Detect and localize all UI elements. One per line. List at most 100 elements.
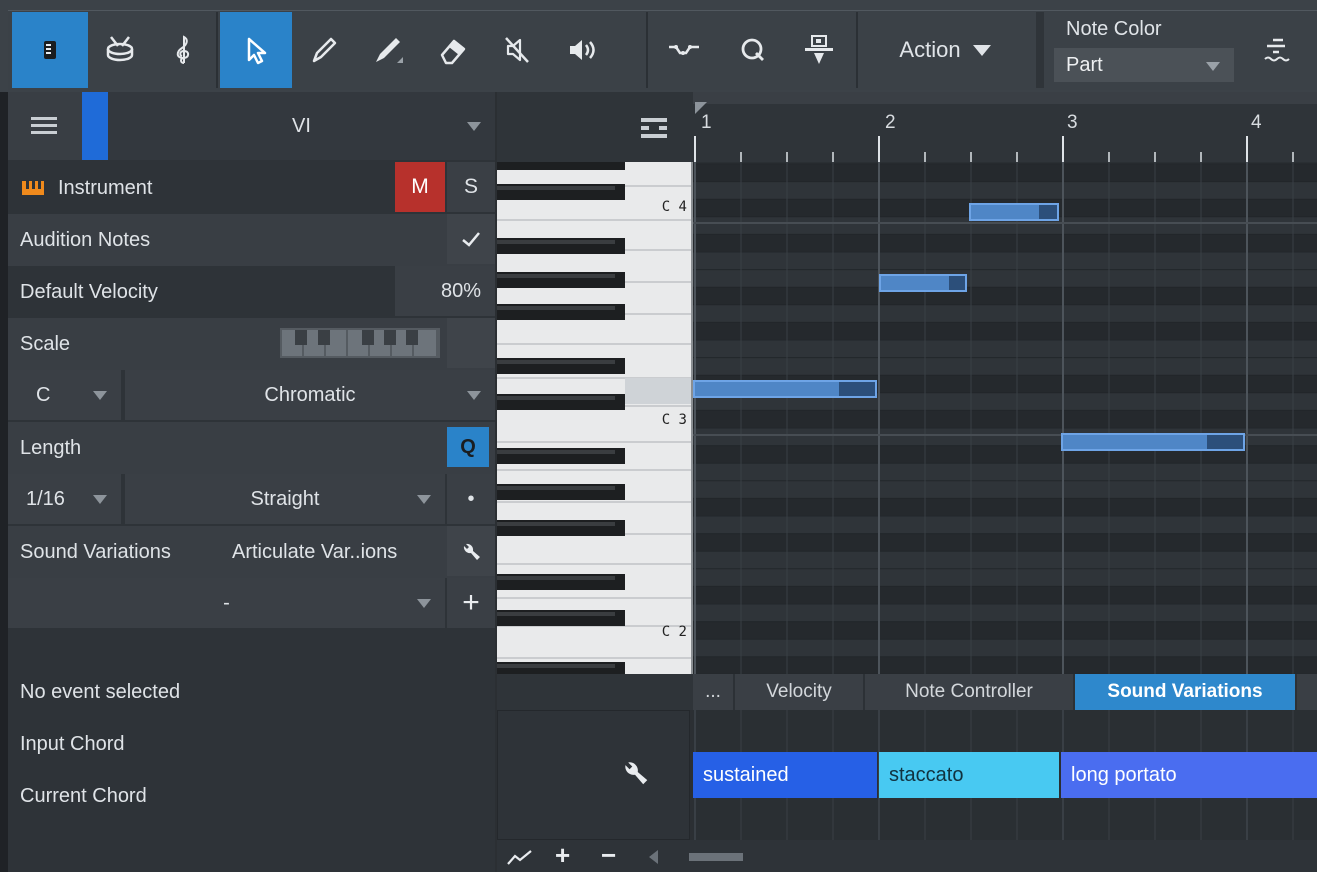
- scale-root-value: C: [36, 383, 51, 406]
- treble-clef-icon: [176, 35, 190, 64]
- expand-button[interactable]: [1246, 12, 1306, 88]
- mute-tool-button[interactable]: [486, 12, 548, 88]
- toolbar-separator: [216, 12, 218, 88]
- pencil-tool-button[interactable]: [294, 12, 354, 88]
- note-event[interactable]: [879, 274, 967, 292]
- variation-select-row: - +: [8, 578, 495, 630]
- length-row: Length Q: [8, 422, 495, 474]
- add-variation-button[interactable]: +: [447, 578, 495, 628]
- variation-select[interactable]: -: [8, 578, 445, 628]
- scroll-left-icon[interactable]: [649, 850, 658, 864]
- drum-icon: [106, 36, 134, 62]
- score-editor-button[interactable]: [152, 12, 214, 88]
- note-color-select[interactable]: Part: [1054, 48, 1234, 82]
- tab-sound-variations[interactable]: Sound Variations: [1075, 674, 1297, 710]
- split-icon: [805, 35, 833, 64]
- black-key-shine: [497, 360, 615, 364]
- black-key-shine: [497, 486, 615, 490]
- sound-variations-edit-button[interactable]: [447, 526, 495, 576]
- length-value-select[interactable]: 1/16: [8, 474, 121, 524]
- instrument-label: Instrument: [58, 176, 153, 199]
- key-label-c4: C 4: [661, 199, 687, 215]
- quantize-length-button[interactable]: Q: [447, 427, 489, 467]
- solo-button[interactable]: S: [447, 162, 495, 212]
- quantize-button[interactable]: [722, 12, 784, 88]
- lane-edit-button[interactable]: [620, 757, 650, 792]
- tab-velocity[interactable]: Velocity: [735, 674, 865, 710]
- lane-tabs-spacer: [497, 674, 693, 710]
- scale-type-select[interactable]: Chromatic: [125, 370, 495, 420]
- timeline-ruler[interactable]: 1 2 3 4: [693, 92, 1317, 162]
- black-key-shine: [497, 576, 615, 580]
- track-header: VI: [8, 92, 495, 160]
- default-velocity-field[interactable]: 80%: [395, 266, 495, 316]
- sound-variations-label: Sound Variations: [20, 540, 171, 563]
- keyboard-icon: [22, 181, 44, 195]
- length-value: 1/16: [26, 487, 65, 510]
- piano-keyboard[interactable]: C 4 C 3 C 2: [497, 162, 693, 674]
- listen-tool-button[interactable]: [550, 12, 614, 88]
- sound-variation-block[interactable]: sustained: [693, 752, 877, 798]
- length-select-row: 1/16 Straight •: [8, 474, 495, 526]
- quantize-length-label: Q: [460, 435, 476, 458]
- sound-variations-row: Sound Variations Articulate Var..ions: [8, 526, 495, 578]
- black-key-shine: [497, 522, 615, 526]
- bar-label-1: 1: [701, 112, 712, 133]
- add-lane-button[interactable]: +: [555, 840, 570, 871]
- dotted-length-button[interactable]: •: [447, 474, 495, 524]
- paint-tool-button[interactable]: [356, 12, 420, 88]
- note-event[interactable]: [1061, 433, 1245, 451]
- sound-variations-lane[interactable]: sustained staccato long portato: [693, 710, 1317, 840]
- sound-variations-value: Articulate Var..ions: [232, 540, 398, 563]
- action-menu-button[interactable]: Action: [860, 12, 1030, 88]
- current-chord-label: Current Chord: [20, 784, 147, 807]
- window-edge: [0, 0, 8, 872]
- note-color-label: Note Color: [1066, 18, 1162, 40]
- inspector-toggle-button[interactable]: [12, 12, 88, 88]
- split-tool-button[interactable]: [786, 12, 852, 88]
- arrow-tool-button[interactable]: [220, 12, 292, 88]
- note-grid[interactable]: [693, 162, 1317, 674]
- track-select[interactable]: VI: [108, 92, 495, 160]
- eraser-tool-button[interactable]: [422, 12, 484, 88]
- eraser-icon: [440, 39, 466, 65]
- checkmark-icon: [462, 232, 480, 247]
- key-label-c3: C 3: [661, 412, 687, 428]
- bend-tool-button[interactable]: [648, 12, 720, 88]
- track-list-button[interactable]: [8, 92, 80, 160]
- automation-icon[interactable]: [507, 848, 533, 866]
- lane-tabs: ... Velocity Note Controller Sound Varia…: [693, 674, 1317, 710]
- note-layout-button[interactable]: [641, 118, 667, 143]
- scale-toggle[interactable]: [447, 318, 495, 368]
- tab-note-controller[interactable]: Note Controller: [865, 674, 1075, 710]
- remove-lane-button[interactable]: −: [601, 840, 616, 871]
- length-mode-select[interactable]: Straight: [125, 474, 445, 524]
- ruler-ticks: [693, 92, 1317, 162]
- variation-select-value: -: [223, 591, 230, 614]
- default-velocity-label: Default Velocity: [20, 280, 158, 303]
- quantize-icon: [741, 38, 764, 61]
- mute-button[interactable]: M: [395, 162, 445, 212]
- speaker-icon: [570, 40, 595, 60]
- audition-notes-label: Audition Notes: [20, 228, 151, 251]
- sound-variation-block[interactable]: long portato: [1061, 752, 1317, 798]
- bottom-bar: + −: [497, 840, 1317, 872]
- note-event[interactable]: [693, 380, 877, 398]
- length-label: Length: [20, 436, 82, 459]
- hamburger-icon: [31, 117, 57, 134]
- wrench-icon: [625, 762, 648, 785]
- current-chord-row: Current Chord: [8, 770, 495, 822]
- note-event[interactable]: [969, 203, 1059, 221]
- bend-icon: [669, 45, 699, 55]
- tab-more[interactable]: ...: [693, 674, 735, 710]
- toolbar: Action Note Color Part: [0, 0, 1317, 92]
- scale-root-select[interactable]: C: [8, 370, 121, 420]
- drum-editor-button[interactable]: [90, 12, 150, 88]
- lane-layout-icon: [641, 118, 667, 138]
- key-label-c2: C 2: [661, 624, 687, 640]
- lane-zoom-slider[interactable]: [689, 853, 743, 861]
- mute-icon: [505, 37, 529, 63]
- audition-checkbox[interactable]: [447, 214, 495, 264]
- black-key-shine: [497, 664, 615, 668]
- sound-variation-block[interactable]: staccato: [879, 752, 1059, 798]
